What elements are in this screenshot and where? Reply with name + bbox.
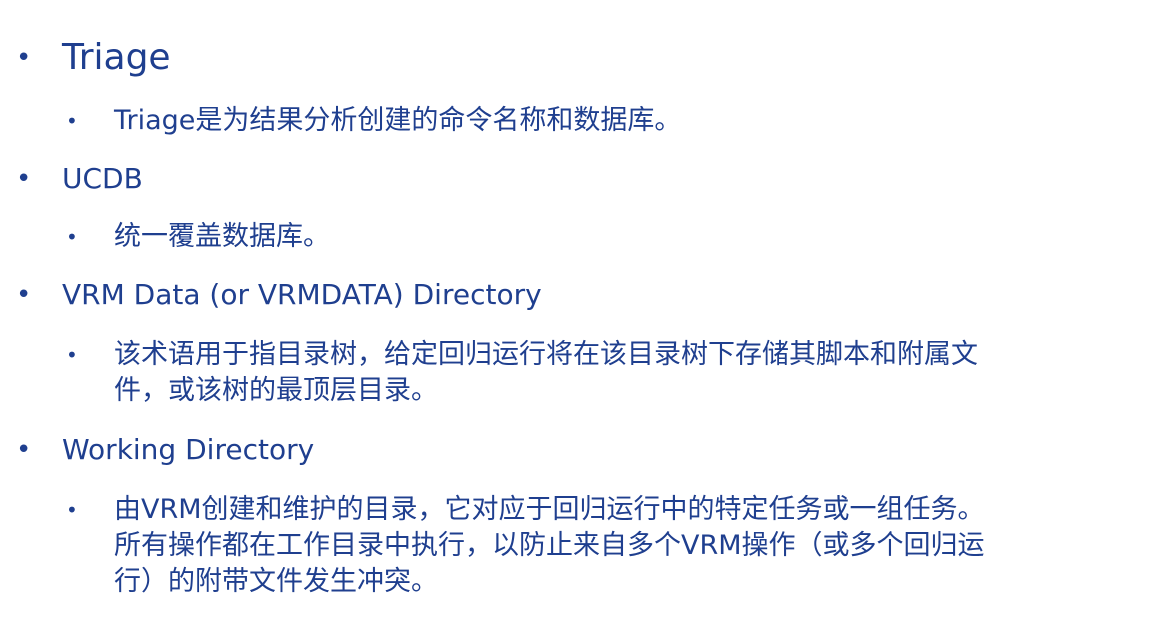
sub-bullet-line: 由VRM创建和维护的目录，它对应于回归运行中的特定任务或一组任务。 <box>114 494 985 525</box>
sub-bullet-text-triage: Triage是为结果分析创建的命令名称和数据库。 <box>114 105 682 136</box>
bullet-text-triage: Triage <box>62 37 171 78</box>
sub-bullet-text-ucdb: 统一覆盖数据库。 <box>114 221 330 252</box>
sub-bullet-triage: • Triage是为结果分析创建的命令名称和数据库。 <box>0 103 1124 139</box>
bullet-item-triage: • Triage <box>0 38 171 78</box>
sub-bullet-vrm-data-directory: • 该术语用于指目录树，给定回归运行将在该目录树下存储其脚本和附属文 件，或该树… <box>0 337 1124 409</box>
sub-bullet-working-directory: • 由VRM创建和维护的目录，它对应于回归运行中的特定任务或一组任务。 所有操作… <box>0 492 1124 600</box>
bullet-item-vrm-data-directory: • VRM Data (or VRMDATA) Directory <box>0 278 542 312</box>
sub-bullet-icon: • <box>66 343 78 367</box>
sub-bullet-icon: • <box>66 225 78 249</box>
bullet-text-working-directory: Working Directory <box>62 433 315 466</box>
bullet-item-ucdb: • UCDB <box>0 162 143 196</box>
bullet-icon: • <box>16 280 32 310</box>
sub-bullet-icon: • <box>66 109 78 133</box>
bullet-item-working-directory: • Working Directory <box>0 433 314 467</box>
bullet-icon: • <box>16 435 32 465</box>
sub-bullet-text-working-directory: 由VRM创建和维护的目录，它对应于回归运行中的特定任务或一组任务。 所有操作都在… <box>114 492 1124 600</box>
sub-bullet-line: 件，或该树的最顶层目录。 <box>114 375 438 406</box>
sub-bullet-line: 行）的附带文件发生冲突。 <box>114 566 438 597</box>
sub-bullet-line: 所有操作都在工作目录中执行，以防止来自多个VRM操作（或多个回归运 <box>114 530 985 561</box>
sub-bullet-icon: • <box>66 498 78 522</box>
bullet-icon: • <box>16 43 32 73</box>
bullet-text-ucdb: UCDB <box>62 162 143 195</box>
bullet-icon: • <box>16 164 32 194</box>
sub-bullet-line: 该术语用于指目录树，给定回归运行将在该目录树下存储其脚本和附属文 <box>114 339 978 370</box>
sub-bullet-ucdb: • 统一覆盖数据库。 <box>0 219 1124 255</box>
bullet-text-vrm-data-directory: VRM Data (or VRMDATA) Directory <box>62 278 542 311</box>
slide: • Triage • Triage是为结果分析创建的命令名称和数据库。 • UC… <box>0 0 1165 632</box>
sub-bullet-text-vrm-data-directory: 该术语用于指目录树，给定回归运行将在该目录树下存储其脚本和附属文 件，或该树的最… <box>114 337 1124 409</box>
